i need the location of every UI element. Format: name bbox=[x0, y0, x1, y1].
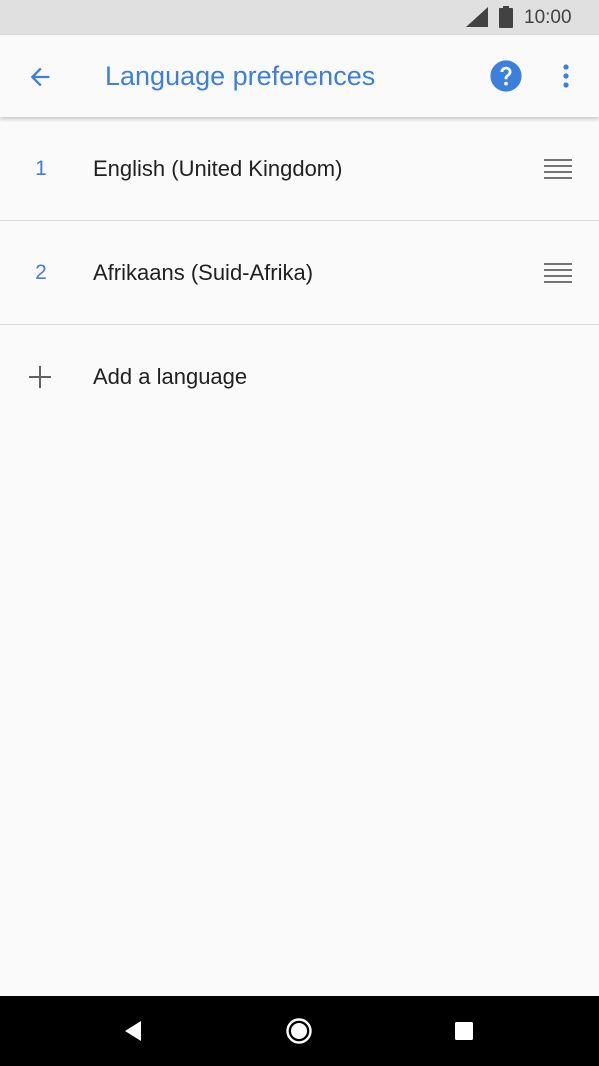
cell-signal-icon bbox=[466, 7, 488, 27]
language-order: 1 bbox=[35, 157, 47, 180]
nav-back-icon bbox=[125, 1021, 141, 1041]
app-bar: Language preferences bbox=[0, 35, 599, 117]
language-item[interactable]: 2 Afrikaans (Suid-Afrika) bbox=[0, 221, 599, 325]
drag-handle-icon[interactable] bbox=[543, 261, 573, 285]
status-bar: 10:00 bbox=[0, 0, 599, 35]
more-vert-icon bbox=[563, 64, 569, 88]
nav-home-button[interactable] bbox=[274, 1006, 324, 1056]
screen: 10:00 Language preferences 1 English (Un… bbox=[0, 0, 599, 1066]
nav-back-button[interactable] bbox=[108, 1006, 158, 1056]
plus-icon bbox=[29, 366, 51, 388]
language-list: 1 English (United Kingdom) 2 Afrikaans (… bbox=[0, 117, 599, 429]
back-button[interactable] bbox=[22, 59, 58, 95]
more-options-button[interactable] bbox=[552, 57, 580, 95]
help-icon bbox=[490, 60, 522, 92]
arrow-back-icon bbox=[30, 67, 50, 87]
language-name: Afrikaans (Suid-Afrika) bbox=[93, 260, 314, 285]
battery-icon bbox=[499, 6, 513, 28]
language-item[interactable]: 1 English (United Kingdom) bbox=[0, 117, 599, 221]
nav-home-icon bbox=[286, 1018, 312, 1044]
drag-handle-icon[interactable] bbox=[543, 157, 573, 181]
nav-recents-icon bbox=[455, 1022, 473, 1040]
language-name: English (United Kingdom) bbox=[93, 156, 343, 181]
page-title: Language preferences bbox=[105, 61, 376, 91]
navigation-bar bbox=[0, 996, 599, 1066]
nav-recents-button[interactable] bbox=[439, 1006, 489, 1056]
language-order: 2 bbox=[35, 261, 47, 284]
status-time: 10:00 bbox=[524, 7, 572, 28]
add-language-button[interactable]: Add a language bbox=[0, 325, 599, 429]
add-language-label: Add a language bbox=[93, 364, 248, 389]
help-button[interactable] bbox=[487, 57, 525, 95]
